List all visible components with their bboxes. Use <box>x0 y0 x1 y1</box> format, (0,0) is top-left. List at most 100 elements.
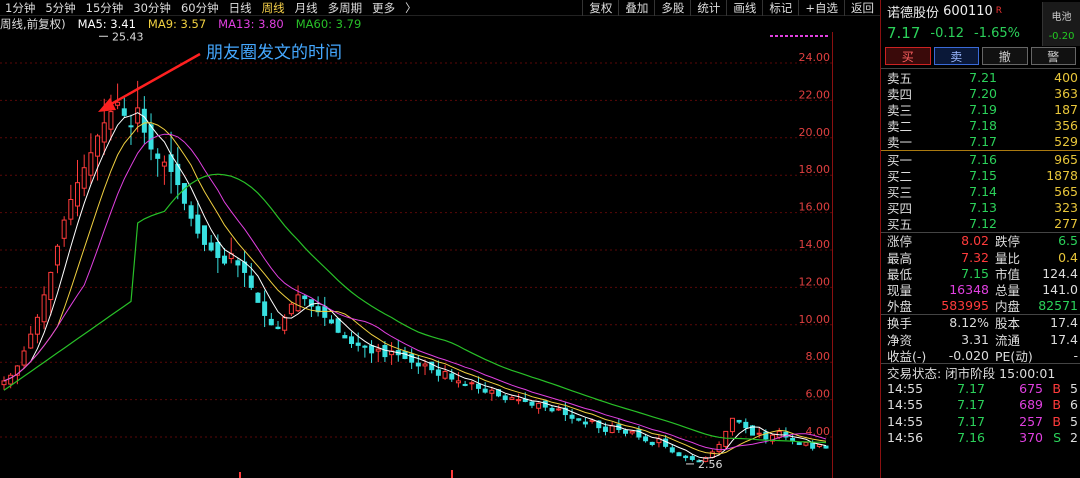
stat-value: 0.4 <box>1058 249 1078 265</box>
tick-side: B <box>1052 397 1061 413</box>
chart-tool-button[interactable]: 返回 <box>844 0 880 16</box>
level-volume: 400 <box>1054 69 1078 85</box>
chart-tool-button[interactable]: 复权 <box>582 0 618 16</box>
candle-body <box>215 242 221 258</box>
level-price: 7.14 <box>969 183 997 199</box>
candle-body <box>676 452 682 457</box>
chart-tool-button[interactable]: 多股 <box>654 0 690 16</box>
chevron-right-icon[interactable]: 〉 <box>400 0 422 16</box>
tick-volume: 675 <box>1019 381 1043 397</box>
cancel-order-button[interactable]: 撤 <box>982 47 1028 65</box>
period-tab[interactable]: 周线 <box>257 0 290 16</box>
candle-body <box>369 345 375 354</box>
stat-row: 最高 7.32 量比 0.4 <box>881 249 1080 266</box>
y-tick-label: 20.00 <box>799 126 831 139</box>
order-book-row[interactable]: 买五 7.12 277 <box>881 216 1080 232</box>
ma5-line <box>3 112 827 459</box>
candle-body <box>235 260 241 266</box>
candle-body <box>128 125 134 128</box>
order-book-bids: 买一 7.16 965 买二 7.15 1878 买三 7.14 565 买四 7.13 323 买五 7… <box>881 149 1080 232</box>
level-price: 7.12 <box>969 216 997 232</box>
candle-body <box>669 447 675 453</box>
candle-body <box>75 182 81 207</box>
ma13-line <box>3 133 827 451</box>
chart-tool-button[interactable]: 统计 <box>690 0 726 16</box>
period-tab[interactable]: 1分钟 <box>0 0 40 16</box>
candle-body <box>81 167 87 189</box>
trade-buttons: 买 卖 撤 警 <box>881 44 1080 68</box>
candle-body <box>649 441 655 445</box>
candle-body <box>161 161 167 167</box>
candle-body <box>462 383 468 386</box>
y-tick-label: 10.00 <box>799 313 831 326</box>
level-price: 7.20 <box>969 85 997 101</box>
period-tab[interactable]: 日线 <box>224 0 257 16</box>
stat-value: - <box>1073 347 1078 363</box>
period-tab[interactable]: 月线 <box>290 0 323 16</box>
stat-value: 82571 <box>1038 298 1078 314</box>
candle-body <box>582 421 588 425</box>
candle-body <box>455 380 461 384</box>
level-volume: 565 <box>1054 183 1078 199</box>
candle-body <box>449 373 455 380</box>
candle-body <box>790 438 796 442</box>
trade-status-text: 交易状态: 闭市阶段 15:00:01 <box>887 365 1056 381</box>
period-tab[interactable]: 30分钟 <box>128 0 176 16</box>
candle-body <box>88 152 94 176</box>
ma60-line <box>3 173 827 444</box>
tick-side: S <box>1053 429 1061 445</box>
candle-body <box>482 388 488 393</box>
order-book-row[interactable]: 买四 7.13 323 <box>881 200 1080 216</box>
candle-body <box>823 445 829 449</box>
tick-side: B <box>1052 381 1061 397</box>
chart-tool-button[interactable]: +自选 <box>798 0 844 16</box>
stat-row: 最低 7.15 市值 124.4 <box>881 265 1080 282</box>
candle-body <box>201 225 207 245</box>
candle-body <box>803 442 809 446</box>
order-book-row[interactable]: 买一 7.16 965 <box>881 151 1080 168</box>
order-book-row[interactable]: 卖二 7.18 356 <box>881 118 1080 134</box>
period-tab[interactable]: 15分钟 <box>81 0 129 16</box>
period-tab[interactable]: 60分钟 <box>176 0 224 16</box>
candle-body <box>549 407 555 412</box>
period-tab[interactable]: 5分钟 <box>40 0 80 16</box>
candle-body <box>382 345 388 358</box>
order-book-row[interactable]: 卖五 7.21 400 <box>881 69 1080 86</box>
candle-body <box>576 418 582 421</box>
chart-tool-button[interactable]: 叠加 <box>618 0 654 16</box>
order-book-row[interactable]: 买三 7.14 565 <box>881 183 1080 200</box>
candle-body <box>469 382 475 385</box>
period-tab[interactable]: 更多 <box>367 0 400 16</box>
candle-body <box>8 374 14 385</box>
tick-time: 14:55 <box>887 413 924 429</box>
candle-body <box>623 429 629 434</box>
sell-button[interactable]: 卖 <box>933 47 979 65</box>
order-book-row[interactable]: 卖三 7.19 187 <box>881 101 1080 118</box>
tick-row: 14:55 7.17 689 B 6 <box>881 397 1080 413</box>
kline-chart[interactable]: 24.00 22.00 20.00 18.00 16.00 14.00 12.00 10.00… <box>0 32 880 478</box>
order-book-row[interactable]: 卖一 7.17 529 <box>881 134 1080 150</box>
sector-mini[interactable]: 电池 -0.20 <box>1042 2 1080 46</box>
buy-button[interactable]: 买 <box>885 47 931 65</box>
candle-body <box>756 432 762 435</box>
period-tab[interactable]: 多周期 <box>323 0 368 16</box>
candle-body <box>61 219 67 239</box>
chart-tool-button[interactable]: 标记 <box>762 0 798 16</box>
candle-body <box>255 292 261 303</box>
chart-tool-button[interactable]: 画线 <box>726 0 762 16</box>
tick-count: 2 <box>1070 429 1078 445</box>
ma-legend: 周线,前复权) MA5: 3.41 MA9: 3.57 MA13: 3.80 M… <box>0 16 880 32</box>
candle-body <box>810 442 816 449</box>
candle-body <box>275 326 281 330</box>
candle-body <box>689 456 695 460</box>
candle-body <box>375 348 381 352</box>
order-book-row[interactable]: 买二 7.15 1878 <box>881 167 1080 184</box>
stat-row: 收益(-) -0.020 PE(动) - <box>881 347 1080 364</box>
price-alert-button[interactable]: 警 <box>1030 47 1076 65</box>
level-volume: 1878 <box>1046 167 1078 183</box>
candle-body <box>141 108 147 133</box>
candle-body <box>68 199 74 220</box>
y-tick-label: 14.00 <box>799 238 831 251</box>
stat-row: 外盘 583995 内盘 82571 <box>881 298 1080 314</box>
order-book-row[interactable]: 卖四 7.20 363 <box>881 85 1080 102</box>
